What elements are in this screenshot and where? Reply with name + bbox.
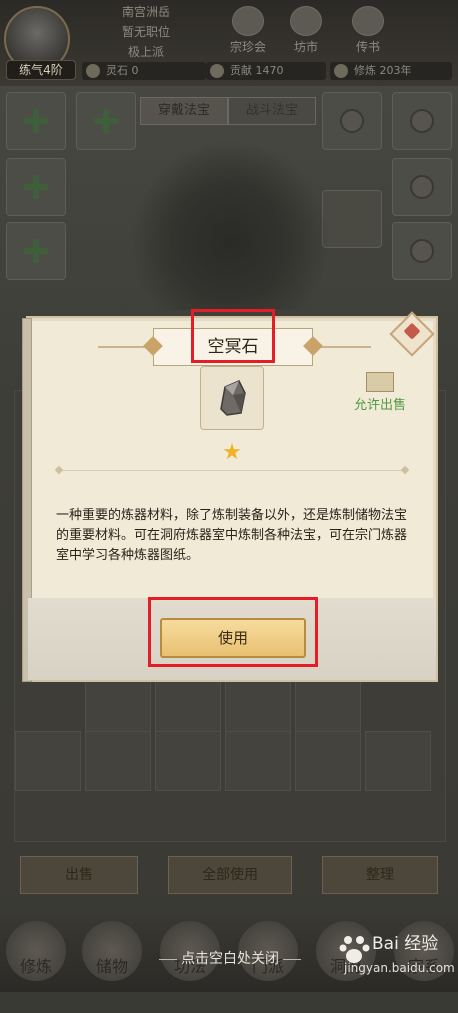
inventory-cell[interactable]: [365, 731, 431, 791]
contribution-stat: 贡献 1470: [206, 62, 326, 80]
tab-battle-treasure[interactable]: 战斗法宝: [228, 97, 316, 125]
mail-button[interactable]: 传书: [340, 6, 396, 54]
watermark-url: jingyan.baidu.com: [344, 961, 455, 975]
top-bar: 练气4阶 南宫洲岳 暂无职位 极上派 宗珍会 坊市 传书 灵石 0 贡献 147…: [0, 0, 458, 86]
shop-icon: [366, 372, 394, 392]
locked-slot[interactable]: [392, 158, 452, 216]
locked-slot[interactable]: [322, 92, 382, 150]
market-button[interactable]: 坊市: [278, 6, 334, 54]
equip-slot[interactable]: [6, 92, 66, 150]
hint-right-ornament: [283, 958, 301, 960]
arrange-button[interactable]: 整理: [322, 856, 438, 894]
item-description: 一种重要的炼器材料，除了炼制装备以外，还是炼制储物法宝的重要材料。可在洞府炼器室…: [56, 508, 408, 563]
equip-tabs: 穿戴法宝 战斗法宝: [140, 97, 316, 125]
player-position: 暂无职位: [121, 25, 170, 39]
cultivation-icon: [334, 64, 348, 78]
equip-slot[interactable]: [76, 92, 136, 150]
contribution-icon: [210, 64, 224, 78]
plus-icon: [94, 109, 118, 133]
mail-label: 传书: [355, 40, 380, 54]
contribution-label: 贡献: [230, 64, 252, 77]
watermark: Bai 经验 jingyan.baidu.com: [338, 932, 455, 982]
contribution-value: 1470: [255, 64, 284, 77]
treasure-pavilion-button[interactable]: 宗珍会: [220, 6, 276, 54]
nav-storage[interactable]: 储物: [82, 921, 142, 981]
cultivation-stat: 修炼 203年: [330, 62, 452, 80]
spirit-stone-icon: [86, 64, 100, 78]
lock-icon: [410, 109, 434, 133]
watermark-brand: Bai 经验: [372, 934, 439, 954]
equip-slot[interactable]: [6, 222, 66, 280]
stone-icon: [220, 380, 246, 416]
spirit-stone-label: 灵石: [106, 64, 128, 77]
equip-slot[interactable]: [6, 158, 66, 216]
lock-icon: [410, 239, 434, 263]
sellable-label: 允许出售: [353, 398, 406, 413]
treasure-pavilion-icon: [232, 6, 264, 36]
star-rating-icon: ★: [222, 440, 242, 465]
player-info: 南宫洲岳 暂无职位 极上派: [96, 2, 196, 62]
inventory-cell[interactable]: [225, 731, 291, 791]
hint-left-ornament: [159, 958, 177, 960]
plus-icon: [24, 175, 48, 199]
nav-cultivate[interactable]: 修炼: [6, 921, 66, 981]
cultivation-value: 203年: [379, 64, 412, 77]
item-icon-frame: [200, 366, 264, 430]
inventory-cell[interactable]: [15, 731, 81, 791]
lock-icon: [340, 109, 364, 133]
highlight-box-use: [148, 597, 318, 667]
market-icon: [290, 6, 322, 36]
realm-badge: 练气4阶: [6, 60, 76, 80]
locked-slot[interactable]: [392, 222, 452, 280]
player-sect: 极上派: [127, 45, 164, 59]
lock-icon: [410, 175, 434, 199]
sell-button[interactable]: 出售: [20, 856, 138, 894]
locked-slot[interactable]: [392, 92, 452, 150]
treasure-pavilion-label: 宗珍会: [229, 40, 266, 54]
highlight-box-title: [191, 309, 275, 363]
close-icon[interactable]: [389, 311, 435, 357]
sellable-indicator: 允许出售: [346, 366, 414, 414]
tab-worn-treasure[interactable]: 穿戴法宝: [140, 97, 228, 125]
inventory-cell[interactable]: [155, 731, 221, 791]
spirit-stone-value: 0: [131, 64, 139, 77]
mail-icon: [352, 6, 384, 36]
equip-slot-sword[interactable]: [322, 190, 382, 248]
divider: [60, 470, 404, 471]
cultivation-label: 修炼: [354, 64, 376, 77]
character-silhouette: [130, 140, 330, 310]
plus-icon: [24, 239, 48, 263]
close-hint-text: 点击空白处关闭: [181, 951, 279, 967]
player-name: 南宫洲岳: [121, 5, 170, 19]
close-mark: [403, 322, 421, 340]
inventory-cell[interactable]: [85, 731, 151, 791]
plus-icon: [24, 109, 48, 133]
inventory-cell[interactable]: [295, 731, 361, 791]
market-label: 坊市: [293, 40, 318, 54]
close-hint: 点击空白处关闭: [150, 948, 310, 970]
use-all-button[interactable]: 全部使用: [168, 856, 292, 894]
spirit-stone-stat: 灵石 0: [82, 62, 206, 80]
